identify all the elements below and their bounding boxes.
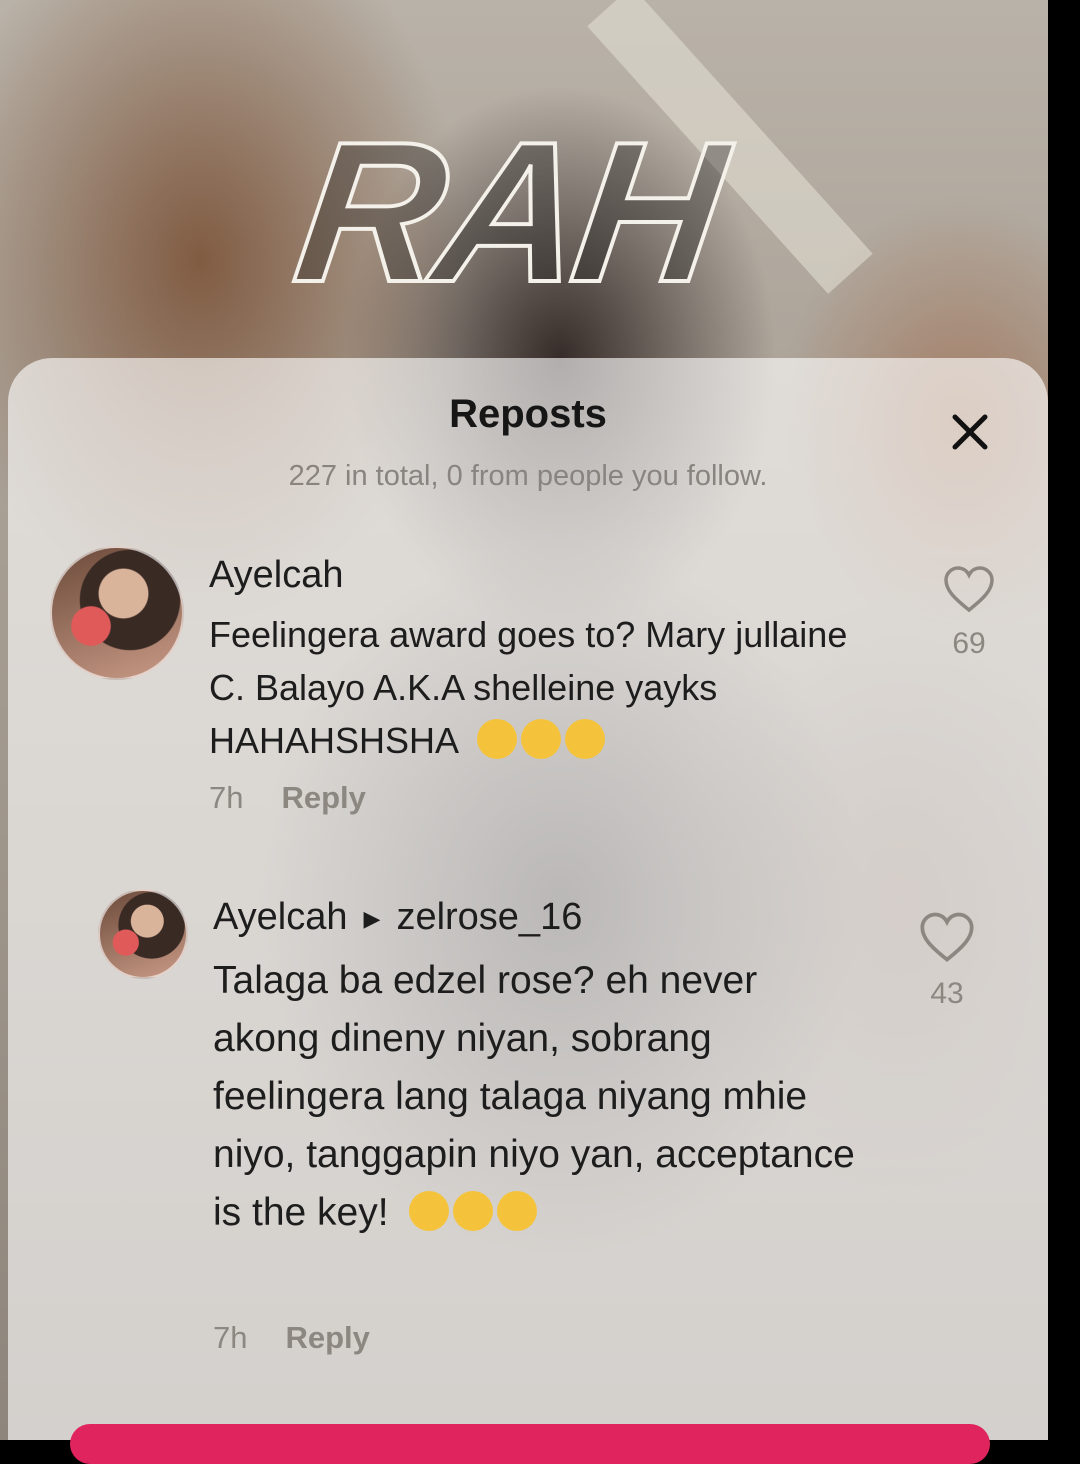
reply-button[interactable]: Reply [281,780,365,815]
comment-text: Feelingera award goes to? Mary jullaine … [209,608,849,767]
like-count: 69 [952,627,986,660]
comment-body: Talaga ba edzel rose? eh never akong din… [213,959,855,1234]
comment-username[interactable]: Ayelcah [209,554,344,597]
heart-icon [920,912,974,962]
close-icon [952,414,988,450]
comment-time: 7h [213,1320,248,1355]
laughing-emoji-icon [565,719,606,759]
winking-emoji-icon [409,1191,450,1231]
comment-meta: 7h Reply [213,1320,370,1356]
avatar[interactable] [98,889,188,979]
reply-button[interactable]: Reply [285,1320,369,1355]
screen-edge [1048,0,1080,1440]
comment-author[interactable]: Ayelcah [213,896,348,938]
sheet-subtitle: 227 in total, 0 from people you follow. [288,460,768,492]
heart-icon [944,566,994,613]
reply-arrow-icon: ▶ [363,905,381,931]
laughing-emoji-icon [497,1191,538,1231]
watermark-logo: RAH [282,99,733,326]
laughing-emoji-icon [477,719,518,759]
comment-input-bar[interactable] [70,1424,990,1464]
like-count: 43 [930,977,964,1010]
comment-text: Talaga ba edzel rose? eh never akong din… [213,952,873,1242]
comment-time: 7h [209,780,244,815]
close-button[interactable] [946,408,994,456]
reply-to-user[interactable]: zelrose_16 [396,896,582,938]
like-button[interactable]: 69 [934,564,1004,661]
laughing-emoji-icon [521,719,562,759]
comment-username: Ayelcah ▶ zelrose_16 [213,896,582,939]
like-button[interactable]: 43 [912,910,982,1011]
avatar[interactable] [50,546,184,680]
comment-meta: 7h Reply [209,780,366,816]
sheet-title: Reposts [449,392,607,436]
tongue-emoji-icon [453,1191,494,1231]
